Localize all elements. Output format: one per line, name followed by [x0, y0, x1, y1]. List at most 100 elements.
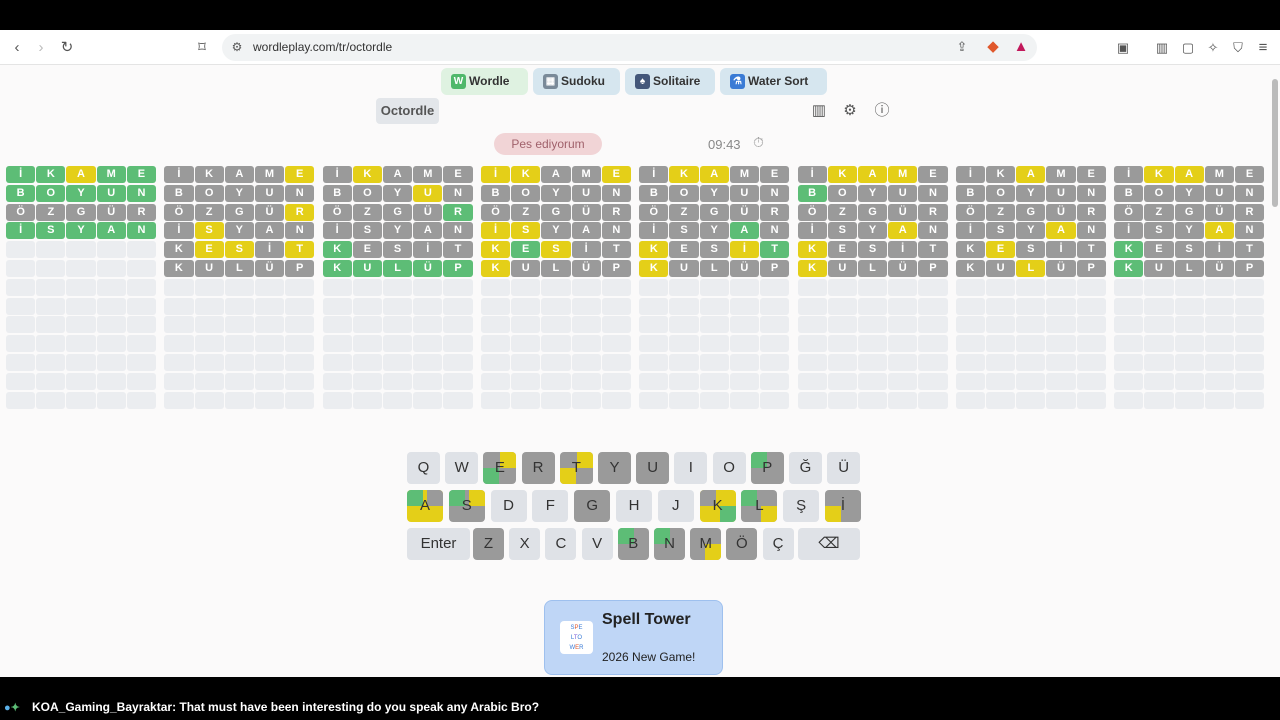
enter-key[interactable]: Enter: [407, 528, 470, 560]
key-v[interactable]: V: [581, 528, 613, 560]
sidebar-icon[interactable]: ▥: [1152, 38, 1172, 58]
empty-tile: [1204, 391, 1234, 409]
key-ş[interactable]: Ş: [783, 490, 820, 522]
key-c[interactable]: C: [545, 528, 577, 560]
key-n[interactable]: N: [654, 528, 685, 560]
empty-tile: [986, 297, 1016, 315]
empty-tile: [285, 372, 315, 390]
key-l[interactable]: L: [741, 490, 778, 522]
stats-icon[interactable]: ▥: [806, 99, 832, 123]
key-ö[interactable]: Ö: [726, 528, 758, 560]
letter-tile: A: [1174, 166, 1204, 183]
give-up-button[interactable]: Pes ediyorum: [494, 133, 602, 155]
reload-icon[interactable]: ↻: [57, 38, 77, 58]
menu-icon[interactable]: ≡: [1253, 38, 1273, 58]
key-k[interactable]: K: [699, 490, 736, 522]
empty-tile: [480, 297, 511, 315]
key-o[interactable]: O: [712, 452, 746, 484]
key-u[interactable]: U: [636, 452, 670, 484]
scrollbar-thumb[interactable]: [1272, 79, 1278, 207]
vpn-icon[interactable]: ⛉: [1228, 38, 1248, 58]
nav-water-sort[interactable]: ⚗ Water Sort: [720, 68, 827, 95]
empty-tile: [480, 278, 511, 296]
empty-tile: [96, 241, 126, 259]
key-ğ[interactable]: Ğ: [789, 452, 822, 484]
key-z[interactable]: Z: [473, 528, 504, 560]
url-text[interactable]: wordleplay.com/tr/octordle: [253, 40, 392, 54]
empty-tile: [888, 353, 918, 371]
key-ü[interactable]: Ü: [827, 452, 861, 484]
empty-tile: [66, 297, 96, 315]
key-ç[interactable]: Ç: [762, 528, 794, 560]
key-i[interactable]: I: [674, 452, 708, 484]
key-g[interactable]: G: [574, 490, 611, 522]
empty-tile: [857, 353, 888, 371]
letter-tile: İ: [254, 241, 285, 259]
key-y[interactable]: Y: [598, 452, 631, 484]
backspace-key[interactable]: ⌫: [798, 528, 860, 560]
reader-icon[interactable]: ▣: [1113, 38, 1133, 58]
key-i̇[interactable]: İ: [825, 490, 861, 522]
forward-icon[interactable]: ›: [31, 38, 51, 58]
info-icon[interactable]: ⓘ: [869, 99, 895, 123]
key-b[interactable]: B: [617, 528, 649, 560]
letter-tile: S: [827, 222, 857, 240]
key-a[interactable]: A: [407, 490, 443, 522]
letter-tile: N: [760, 184, 790, 202]
key-j[interactable]: J: [657, 490, 694, 522]
key-t[interactable]: T: [559, 452, 593, 484]
leo-icon[interactable]: ✧: [1203, 38, 1223, 58]
rewards-icon[interactable]: ▲: [1011, 37, 1031, 57]
board-row: [639, 335, 790, 354]
board-row: ÖZGÜR: [955, 203, 1106, 223]
empty-tile: [601, 297, 631, 315]
bookmark-icon[interactable]: ⌑: [192, 38, 212, 58]
nav-wordle[interactable]: W Wordle: [441, 68, 528, 95]
board-row: [955, 316, 1106, 335]
settings-gear-icon[interactable]: ⚙: [837, 99, 863, 123]
letter-tile: İ: [1046, 241, 1076, 259]
wallet-icon[interactable]: ▢: [1178, 38, 1198, 58]
page-scrollbar[interactable]: [1272, 69, 1278, 669]
letter-tile: M: [254, 166, 285, 183]
letter-tile: B: [322, 184, 352, 202]
nav-sudoku[interactable]: ▦ Sudoku: [533, 68, 620, 95]
share-icon[interactable]: ⇪: [952, 37, 972, 57]
key-w[interactable]: W: [445, 452, 479, 484]
empty-tile: [254, 391, 285, 409]
spell-tower-ad[interactable]: SPE LTO WER Spell Tower 2026 New Game!: [544, 600, 723, 675]
letter-tile: İ: [571, 241, 601, 259]
brave-shield-icon[interactable]: ◆: [983, 37, 1003, 57]
empty-tile: [669, 316, 699, 334]
empty-tile: [36, 278, 66, 296]
letter-tile: Z: [352, 203, 382, 221]
empty-tile: [480, 353, 511, 371]
key-x[interactable]: X: [509, 528, 541, 560]
letter-tile: Y: [1016, 222, 1046, 240]
site-info-icon[interactable]: ⚙: [227, 37, 247, 57]
address-bar[interactable]: ⚙ wordleplay.com/tr/octordle ⇪ ◆ ▲: [222, 34, 1037, 61]
key-m[interactable]: M: [690, 528, 722, 560]
empty-tile: [1076, 335, 1106, 353]
letter-tile: R: [918, 203, 948, 221]
key-h[interactable]: H: [616, 490, 652, 522]
nav-solitaire[interactable]: ♠ Solitaire: [625, 68, 715, 95]
ad-subtitle: 2026 New Game!: [602, 650, 696, 664]
back-icon[interactable]: ‹: [7, 38, 27, 58]
empty-tile: [918, 278, 948, 296]
key-r[interactable]: R: [521, 452, 555, 484]
letter-tile: E: [1076, 166, 1106, 183]
key-q[interactable]: Q: [407, 452, 440, 484]
empty-tile: [194, 353, 224, 371]
key-e[interactable]: E: [483, 452, 517, 484]
key-s[interactable]: S: [448, 490, 485, 522]
key-p[interactable]: P: [750, 452, 784, 484]
empty-tile: [36, 297, 66, 315]
key-d[interactable]: D: [490, 490, 527, 522]
key-label: T: [571, 459, 581, 476]
empty-tile: [352, 391, 382, 409]
key-f[interactable]: F: [532, 490, 569, 522]
key-label: Enter: [420, 535, 457, 552]
nav-label: Water Sort: [748, 74, 809, 88]
letter-tile: R: [760, 203, 790, 221]
